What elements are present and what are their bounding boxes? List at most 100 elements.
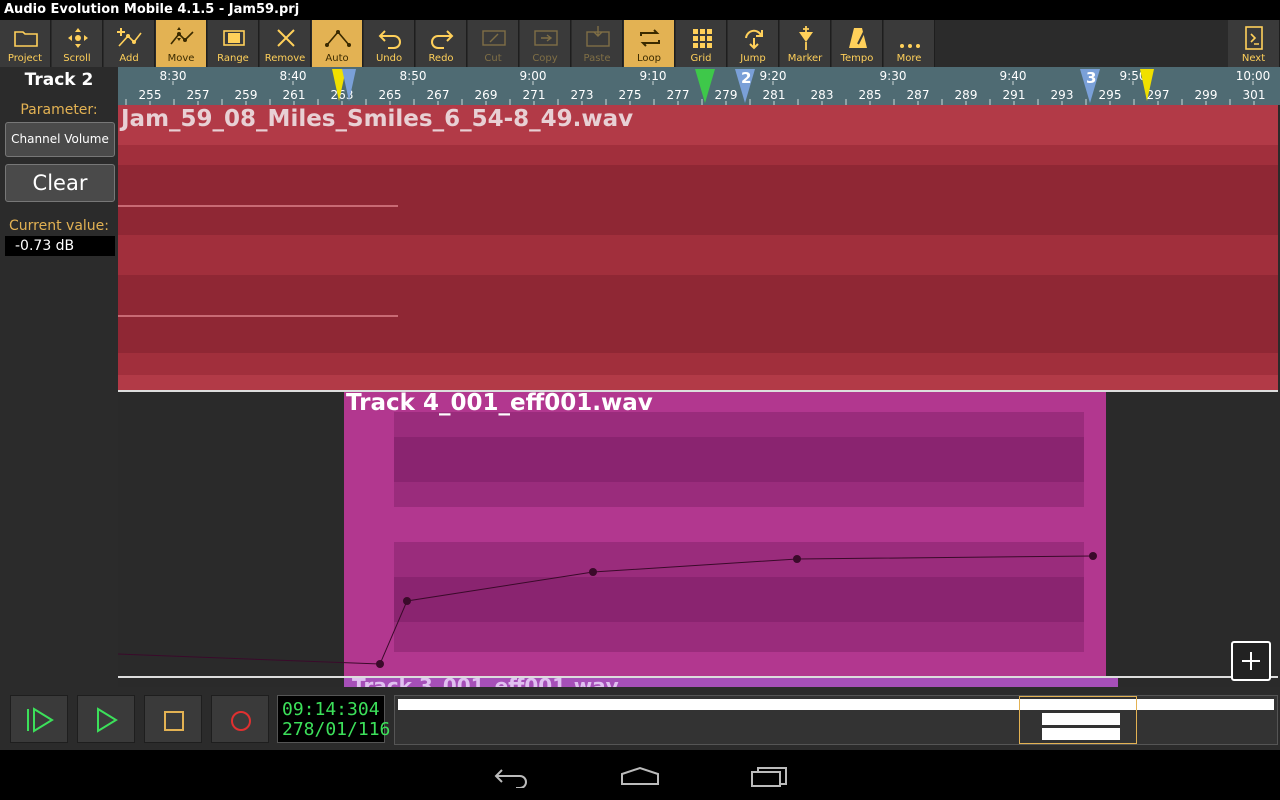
add-label: Add — [119, 53, 139, 64]
paste-label: Paste — [583, 53, 611, 64]
move-label: Move — [167, 53, 195, 64]
more-dots-icon — [900, 44, 920, 48]
tracks-area[interactable]: Jam_59_08_Miles_Smiles_6_54-8_49.wav Tra… — [118, 105, 1280, 687]
scroll-arrows-icon — [68, 28, 88, 48]
range-label: Range — [217, 53, 249, 64]
next-label: Next — [1241, 53, 1266, 64]
recent-apps-icon[interactable] — [750, 766, 788, 788]
back-icon[interactable] — [494, 766, 530, 788]
timeline-ruler[interactable]: 8:30 8:40 8:50 9:00 9:10 9:20 9:30 9:40 … — [118, 67, 1280, 105]
system-nav-bar — [0, 750, 1280, 800]
grid-icon — [693, 29, 712, 48]
track-1-clip[interactable]: Jam_59_08_Miles_Smiles_6_54-8_49.wav — [118, 105, 1278, 392]
remove-label: Remove — [264, 53, 306, 64]
paste-icon — [586, 26, 610, 47]
move-nodes-icon — [170, 27, 194, 45]
parameter-select-button[interactable]: Channel Volume — [5, 122, 115, 157]
tempo-button[interactable]: Tempo — [832, 20, 883, 67]
play-from-start-icon — [27, 707, 54, 733]
auto-label: Auto — [325, 53, 349, 64]
loop-label: Loop — [637, 53, 661, 64]
overview-track-2 — [1042, 713, 1120, 725]
jump-button[interactable]: Jump — [728, 20, 779, 67]
automation-node[interactable] — [376, 660, 384, 668]
automation-node[interactable] — [403, 597, 411, 605]
cut-label: Cut — [484, 53, 502, 64]
zoom-add-button[interactable] — [1231, 641, 1271, 681]
automation-node[interactable] — [1089, 552, 1097, 560]
marker-button[interactable]: Marker — [780, 20, 831, 67]
marker-1[interactable] — [342, 69, 356, 101]
paste-button[interactable]: Paste — [572, 20, 623, 67]
marker-3-label: 3 — [1086, 69, 1097, 87]
folder-icon — [14, 31, 38, 47]
grid-label: Grid — [690, 53, 712, 64]
toolbar: Project Scroll Add Move Range Remove Aut… — [0, 20, 1280, 67]
stop-icon — [164, 711, 184, 731]
scroll-button[interactable]: Scroll — [52, 20, 103, 67]
cut-button[interactable]: Cut — [468, 20, 519, 67]
add-button[interactable]: Add — [104, 20, 155, 67]
overview-track-3 — [1042, 728, 1120, 740]
redo-icon — [431, 30, 454, 49]
overview-track-1 — [398, 699, 1274, 710]
play-button[interactable] — [77, 695, 135, 743]
add-node-icon — [117, 28, 142, 47]
playhead-marker[interactable] — [695, 69, 715, 103]
more-label: More — [896, 53, 922, 64]
track-1-clip-name: Jam_59_08_Miles_Smiles_6_54-8_49.wav — [121, 106, 634, 132]
undo-button[interactable]: Undo — [364, 20, 415, 67]
automation-node[interactable] — [589, 568, 597, 576]
next-page-icon — [1245, 26, 1263, 50]
jump-icon — [745, 29, 763, 50]
left-panel — [0, 67, 118, 687]
current-value-label: Current value: — [9, 218, 109, 234]
range-icon — [223, 30, 245, 46]
marker-icon — [799, 26, 813, 50]
play-from-start-button[interactable] — [10, 695, 68, 743]
remove-button[interactable]: Remove — [260, 20, 311, 67]
time-readout: 09:14:304 — [282, 699, 380, 720]
bar-beat-readout: 278/01/116 — [282, 719, 391, 740]
next-button[interactable]: Next — [1228, 20, 1280, 67]
clear-button[interactable]: Clear — [5, 164, 115, 202]
stop-button[interactable] — [144, 695, 202, 743]
range-button[interactable]: Range — [208, 20, 259, 67]
track-3-clip[interactable]: Track 3_001_eff001.wav — [344, 678, 1118, 687]
project-button[interactable]: Project — [0, 20, 51, 67]
selected-track-name: Track 2 — [24, 70, 94, 90]
auto-button[interactable]: Auto — [312, 20, 363, 67]
current-value-readout: -0.73 dB — [5, 236, 115, 256]
jump-label: Jump — [740, 53, 766, 64]
record-button[interactable] — [211, 695, 269, 743]
plus-icon — [1242, 652, 1260, 670]
waveform-1 — [118, 145, 1278, 375]
loop-end-marker[interactable] — [1140, 69, 1154, 101]
cut-icon — [482, 30, 506, 46]
loop-icon — [640, 29, 660, 47]
undo-icon — [378, 30, 401, 49]
automation-curve[interactable] — [118, 392, 1280, 682]
automation-node[interactable] — [793, 555, 801, 563]
time-display: 09:14:304 278/01/116 — [277, 695, 391, 743]
marker-label: Marker — [787, 53, 823, 64]
home-icon[interactable] — [620, 766, 660, 786]
play-icon — [97, 707, 118, 733]
grid-button[interactable]: Grid — [676, 20, 727, 67]
project-overview[interactable] — [394, 695, 1278, 745]
scroll-label: Scroll — [63, 53, 91, 64]
remove-x-icon — [277, 29, 295, 47]
tempo-label: Tempo — [840, 53, 874, 64]
loop-button[interactable]: Loop — [624, 20, 675, 67]
automation-icon — [325, 30, 351, 47]
move-button[interactable]: Move — [156, 20, 207, 67]
more-button[interactable]: More — [884, 20, 935, 67]
copy-button[interactable]: Copy — [520, 20, 571, 67]
metronome-icon — [849, 28, 867, 48]
marker-2-label: 2 — [741, 69, 752, 87]
redo-label: Redo — [428, 53, 454, 64]
redo-button[interactable]: Redo — [416, 20, 467, 67]
window-title: Audio Evolution Mobile 4.1.5 - Jam59.prj — [0, 0, 1280, 20]
undo-label: Undo — [375, 53, 403, 64]
track-3-clip-name: Track 3_001_eff001.wav — [352, 678, 619, 687]
